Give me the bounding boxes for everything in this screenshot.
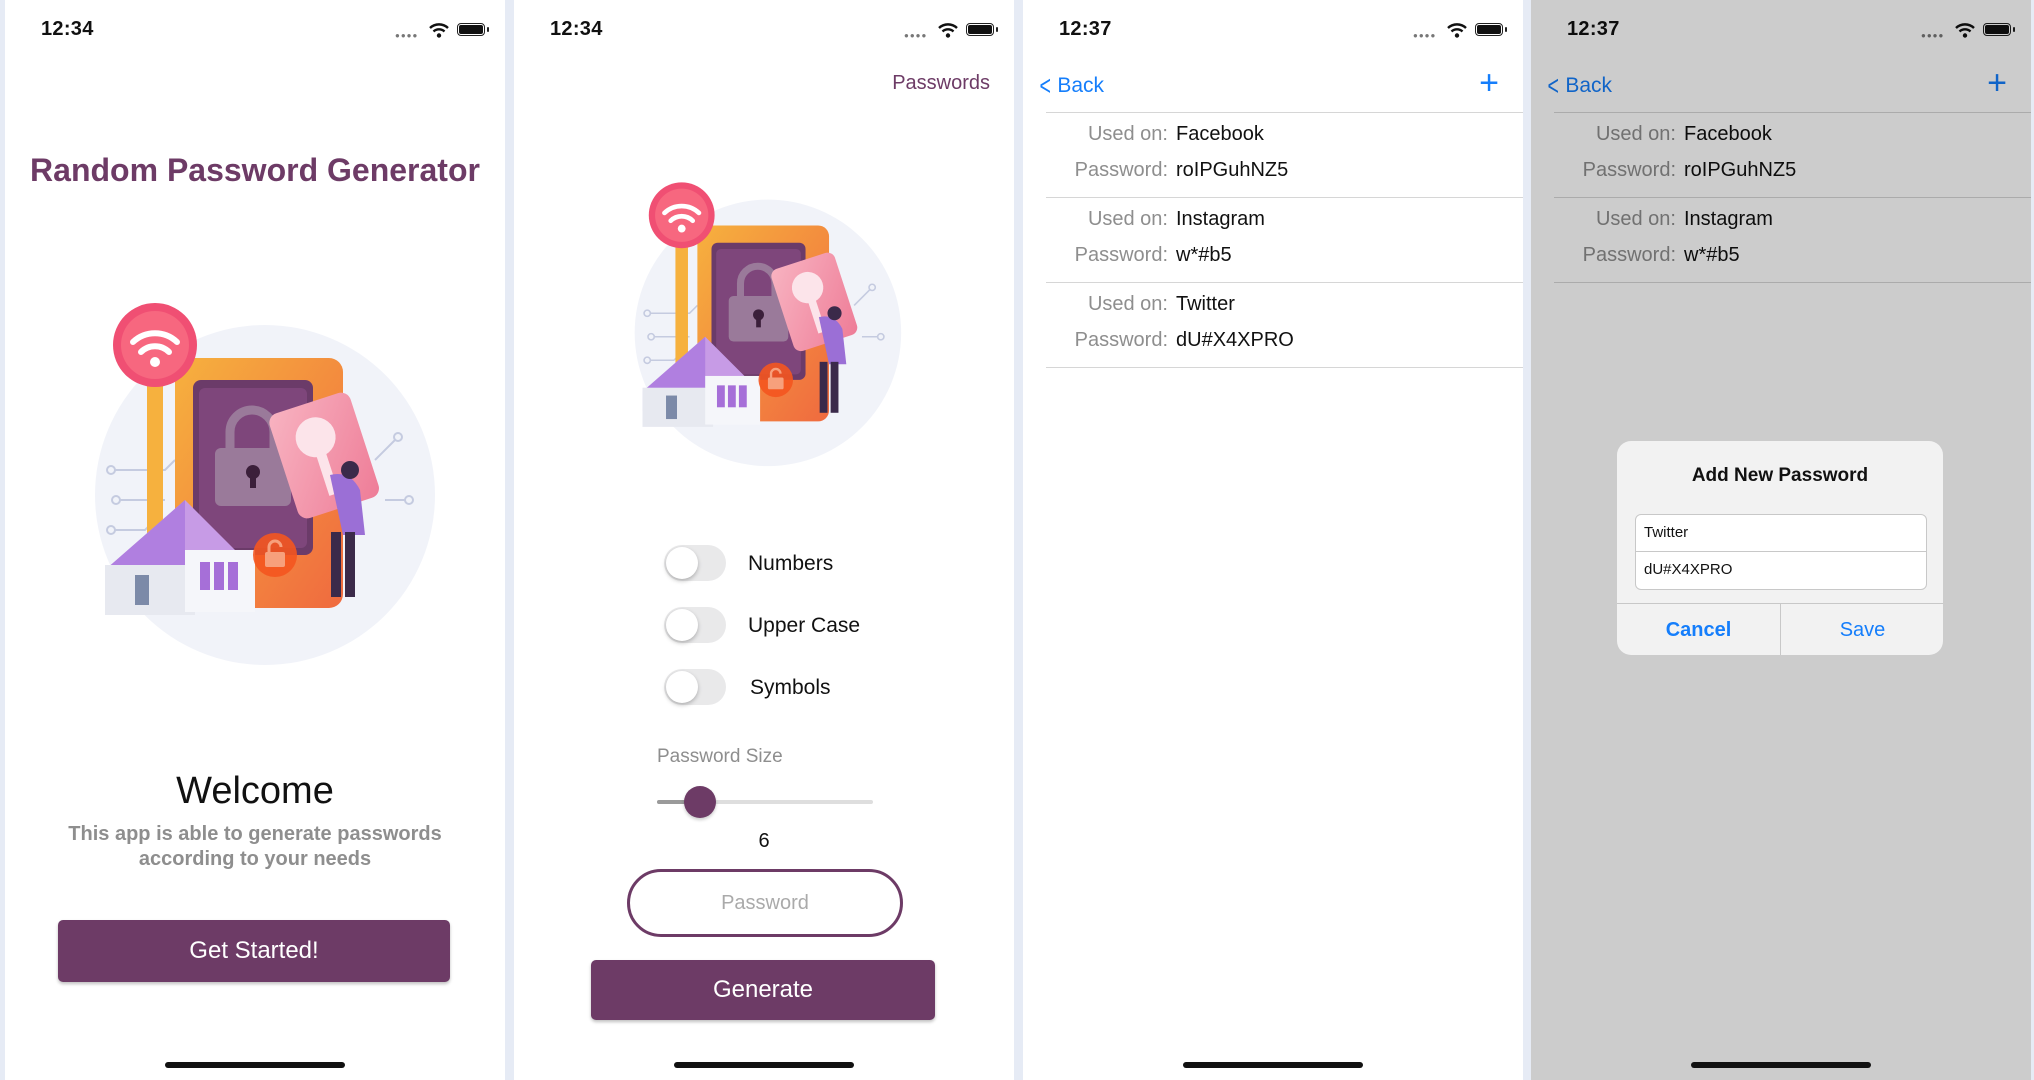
wifi-icon	[1447, 23, 1467, 38]
password-value: roIPGuhNZ5	[1176, 159, 1289, 181]
home-indicator[interactable]	[674, 1062, 854, 1068]
password-value: w*#b5	[1176, 244, 1232, 266]
back-label: Back	[1057, 74, 1105, 97]
home-indicator[interactable]	[1183, 1062, 1363, 1068]
used-on-label: Used on:	[1087, 208, 1168, 230]
chevron-left-icon: <	[1039, 70, 1051, 101]
add-password-button[interactable]: +	[1479, 64, 1499, 103]
used-on-label: Used on:	[1087, 123, 1168, 145]
slider-thumb[interactable]	[684, 786, 717, 818]
welcome-screen: 12:34 ●●●● Random Password Generator Wel…	[5, 0, 505, 1080]
numbers-toggle[interactable]	[664, 545, 726, 581]
nav-bar: < Back +	[1037, 64, 1509, 102]
battery-icon	[1475, 23, 1507, 36]
password-label: Password:	[1074, 329, 1168, 351]
symbols-toggle[interactable]	[664, 669, 726, 705]
passwords-list-screen: 12:37 ●●●● < Back + Used on: Facebook Pass…	[1023, 0, 1523, 1080]
status-time: 12:34	[41, 18, 94, 40]
status-time: 12:34	[550, 18, 603, 40]
field-divider	[1636, 551, 1926, 552]
symbols-label: Symbols	[750, 676, 831, 699]
used-on-value: Twitter	[1176, 293, 1235, 315]
list-item[interactable]: Used on: Instagram Password: w*#b5	[1046, 198, 1523, 283]
home-indicator[interactable]	[165, 1062, 345, 1068]
plus-icon: +	[1479, 64, 1499, 102]
battery-icon	[966, 23, 998, 36]
app-title: Random Password Generator	[30, 152, 480, 188]
password-output-field[interactable]: Password	[627, 869, 903, 937]
status-bar: 12:34 ●●●●	[550, 18, 998, 42]
list-item[interactable]: Used on: Twitter Password: dU#X4XPRO	[1046, 283, 1523, 368]
password-list: Used on: Facebook Password: roIPGuhNZ5 Use…	[1046, 112, 1523, 368]
password-size-value: 6	[758, 830, 770, 852]
signal-icon: ●●●●	[1413, 31, 1437, 40]
home-indicator[interactable]	[1691, 1062, 1871, 1068]
welcome-heading: Welcome	[176, 770, 334, 812]
status-bar: 12:37 ●●●●	[1059, 18, 1507, 42]
alert-title: Add New Password	[1691, 465, 1869, 486]
get-started-button[interactable]: Get Started!	[58, 920, 450, 982]
password-input[interactable]: dU#X4XPRO	[1644, 561, 1732, 578]
password-value: dU#X4XPRO	[1176, 329, 1294, 351]
cancel-button[interactable]: Cancel	[1617, 604, 1780, 655]
signal-icon: ●●●●	[904, 31, 928, 40]
used-on-value: Facebook	[1176, 123, 1264, 145]
upper-case-label: Upper Case	[748, 614, 861, 637]
add-password-alert: Add New Password Twitter dU#X4XPRO Cance…	[1617, 441, 1943, 655]
generator-screen: 12:34 ●●●● Passwords Numbers Upper Case …	[514, 0, 1014, 1080]
alert-buttons: Cancel Save	[1617, 603, 1943, 655]
wifi-icon	[429, 23, 449, 38]
battery-icon	[457, 23, 489, 36]
used-on-value: Instagram	[1176, 208, 1265, 230]
password-label: Password:	[1074, 159, 1168, 181]
back-button[interactable]: < Back	[1037, 70, 1104, 102]
security-illustration	[619, 180, 909, 470]
upper-case-toggle[interactable]	[664, 607, 726, 643]
list-item[interactable]: Used on: Facebook Password: roIPGuhNZ5	[1046, 113, 1523, 198]
welcome-description: This app is able to generate passwords a…	[68, 823, 442, 870]
status-bar: 12:34 ●●●●	[41, 18, 489, 42]
numbers-label: Numbers	[748, 552, 834, 575]
used-on-label: Used on:	[1087, 293, 1168, 315]
status-time: 12:37	[1059, 18, 1112, 40]
passwords-link[interactable]: Passwords	[892, 72, 990, 95]
password-label: Password:	[1074, 244, 1168, 266]
alert-fields: Twitter dU#X4XPRO	[1635, 514, 1927, 590]
generate-button[interactable]: Generate	[591, 960, 935, 1020]
wifi-icon	[938, 23, 958, 38]
security-illustration	[75, 300, 445, 670]
password-size-label: Password Size	[657, 746, 783, 767]
used-on-input[interactable]: Twitter	[1644, 524, 1688, 541]
save-button[interactable]: Save	[1781, 604, 1943, 655]
add-password-screen: 12:37 ●●●● < Back + Used on: Facebook Pass…	[1531, 0, 2031, 1080]
signal-icon: ●●●●	[395, 31, 419, 40]
